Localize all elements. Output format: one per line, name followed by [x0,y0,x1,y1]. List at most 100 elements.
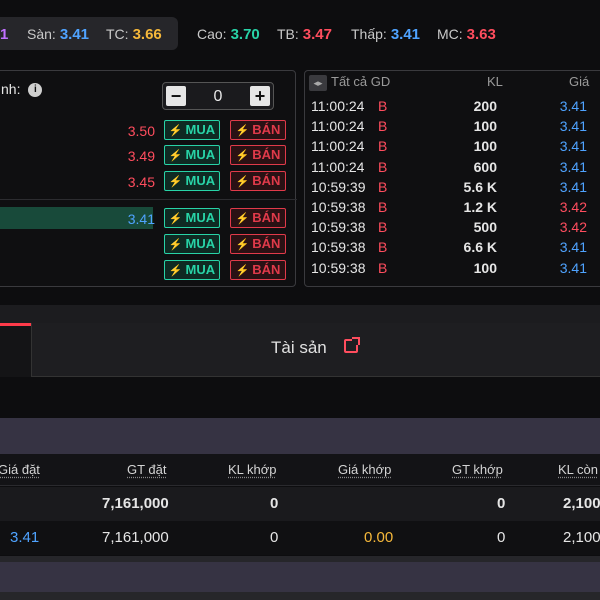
trade-row: 10:59:38 B 100 3.41 [305,260,600,280]
trade-time: 10:59:39 [311,179,366,195]
sell-label: BÁN [252,122,281,137]
trade-side: B [378,199,388,215]
stat-tc-label: TC: [106,26,129,42]
cell-gia-khop: 0.00 [364,529,394,546]
bolt-icon: ⚡ [168,125,183,137]
trades-panel: ◂▸ Tất cả GD KL Giá 11:00:24 B 200 3.41 … [304,70,600,287]
table-footer [0,556,600,600]
price-row: 3.49 ⚡ MUA ⚡ BÁN [0,144,297,168]
tab-active[interactable] [0,323,31,377]
sell-button[interactable]: ⚡ BÁN [230,145,286,165]
trade-row: 11:00:24 B 100 3.41 [305,138,600,158]
stat-tb: TB: 3.47 [277,26,332,43]
trade-side: B [378,138,388,154]
trade-side: B [378,260,388,276]
trade-volume: 100 [473,260,497,276]
col-header-kl-con[interactable]: KL còn [558,462,598,477]
stat-mc-value: 3.63 [466,26,496,43]
trade-time: 11:00:24 [311,98,365,114]
trade-side: B [378,118,388,134]
trade-volume: 100 [473,138,497,154]
col-header-gia-khop[interactable]: Giá khớp [338,462,391,477]
bolt-icon: ⚡ [235,265,250,277]
trade-price: 3.41 [559,179,587,195]
price-value[interactable]: 3.45 [128,174,155,190]
col-header-gia-dat[interactable]: Giá đặt [0,462,40,477]
cell-gt-khop: 0 [497,529,506,546]
bolt-icon: ⚡ [235,213,250,225]
buy-button[interactable]: ⚡ MUA [164,260,220,280]
cell-kl-con: 2,100 [563,529,600,546]
buy-button[interactable]: ⚡ MUA [164,208,220,228]
sell-button[interactable]: ⚡ BÁN [230,260,286,280]
buy-label: MUA [185,122,216,137]
trade-row: 10:59:39 B 5.6 K 3.41 [305,179,600,199]
buy-button[interactable]: ⚡ MUA [164,234,220,254]
table-footer-bar [0,562,600,592]
trade-side: B [378,98,388,114]
table-row[interactable]: 7,161,000 0 0 2,100 [0,487,600,521]
trade-row: 10:59:38 B 6.6 K 3.41 [305,239,600,259]
expand-toggle-icon[interactable]: ◂▸ [309,75,327,91]
trade-row: 10:59:38 B 500 3.42 [305,219,600,239]
sell-button[interactable]: ⚡ BÁN [230,120,286,140]
buy-label: MUA [185,236,216,251]
stat-tb-label: TB: [277,26,299,42]
trade-time: 10:59:38 [311,219,366,235]
buy-button[interactable]: ⚡ MUA [164,145,220,165]
trade-volume: 500 [473,219,497,235]
increment-button[interactable]: + [250,86,270,106]
stat-tb-value: 3.47 [302,26,332,43]
buy-label: MUA [185,262,216,277]
trade-time: 11:00:24 [311,159,365,175]
trade-price: 3.41 [559,159,587,175]
col-header-gt-khop[interactable]: GT khớp [452,462,503,477]
price-value[interactable]: 3.50 [128,123,155,139]
buy-button[interactable]: ⚡ MUA [164,171,220,191]
sell-button[interactable]: ⚡ BÁN [230,234,286,254]
buy-label: MUA [185,210,216,225]
trades-filter[interactable]: Tất cả GD [331,74,390,89]
decrement-button[interactable]: − [166,86,186,106]
col-header-kl-khop[interactable]: KL khớp [228,462,277,477]
bolt-icon: ⚡ [168,239,183,251]
price-value[interactable]: 3.41 [128,211,155,227]
sell-button[interactable]: ⚡ BÁN [230,208,286,228]
table-row[interactable]: 3.41 7,161,000 0 0.00 0 2,100 [0,521,600,555]
sell-button[interactable]: ⚡ BÁN [230,171,286,191]
stat-thap-label: Thấp: [351,26,387,42]
cell-gt-dat: 7,161,000 [102,495,169,512]
trade-price: 3.41 [559,98,587,114]
trade-row: 11:00:24 B 100 3.41 [305,118,600,138]
stat-thap: Thấp: 3.41 [351,26,420,43]
price-row: ⚡ MUA ⚡ BÁN [0,233,297,257]
sell-label: BÁN [252,147,281,162]
external-link-icon[interactable] [344,337,360,353]
trade-side: B [378,159,388,175]
cell-kl-con: 2,100 [563,495,600,512]
bolt-icon: ⚡ [168,176,183,188]
price-value[interactable]: 3.49 [128,148,155,164]
trade-row: 11:00:24 B 600 3.41 [305,159,600,179]
quantity-stepper[interactable]: − 0 + [162,82,274,110]
trade-volume: 5.6 K [463,179,497,195]
trade-price: 3.41 [559,118,587,134]
cell-gt-dat: 7,161,000 [102,529,169,546]
quantity-input[interactable]: 0 [187,88,249,106]
stat-mc-label: MC: [437,26,463,42]
bolt-icon: ⚡ [235,239,250,251]
trade-row: 10:59:38 B 1.2 K 3.42 [305,199,600,219]
trade-price: 3.41 [559,138,587,154]
trade-time: 10:59:38 [311,239,366,255]
trade-time: 11:00:24 [311,138,365,154]
trade-volume: 600 [473,159,497,175]
tab-assets[interactable]: Tài sản [271,338,327,358]
sell-label: BÁN [252,236,281,251]
section-gap [0,305,600,323]
info-icon[interactable]: i [28,83,43,98]
buy-button[interactable]: ⚡ MUA [164,120,220,140]
col-header-gt-dat[interactable]: GT đặt [127,462,167,477]
trade-side: B [378,239,388,255]
tab-bar: Tài sản [0,323,600,377]
bolt-icon: ⚡ [168,150,183,162]
